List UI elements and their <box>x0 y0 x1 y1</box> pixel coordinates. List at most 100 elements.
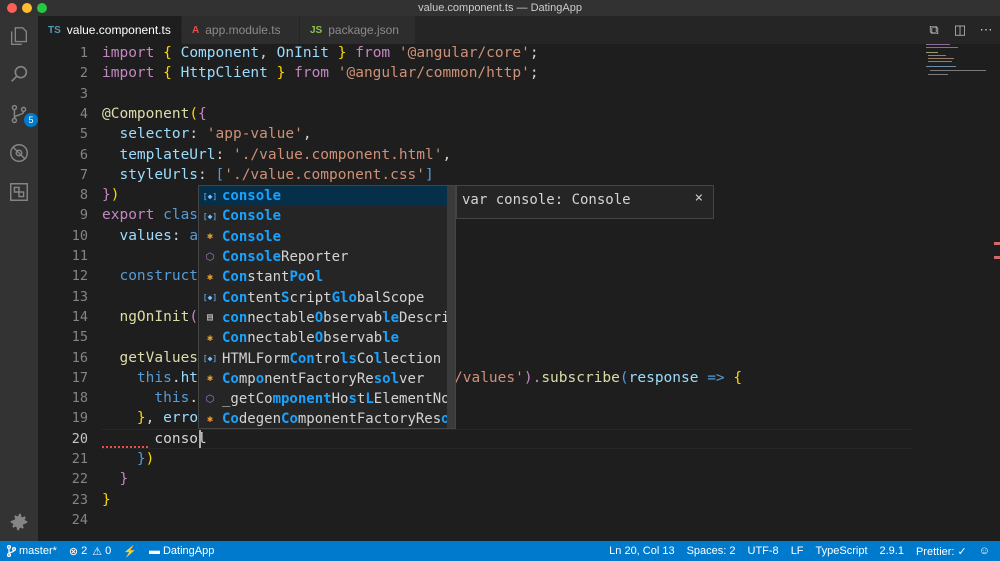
feedback-icon[interactable]: ☺ <box>973 541 1000 561</box>
status-bar: master* ⊗ 2 ⚠ 0 ⚡ ▬ DatingApp Ln 20, Col… <box>0 541 1000 561</box>
class-icon: ✱ <box>206 413 214 425</box>
folder-status[interactable]: ▬ DatingApp <box>143 541 220 561</box>
suggestion-item[interactable]: ✱ ComponentFactoryResolver <box>199 369 455 389</box>
open-changes-icon[interactable]: ⧉ <box>926 22 942 38</box>
gear-icon[interactable] <box>7 510 31 534</box>
class-icon: ✱ <box>206 271 214 283</box>
variable-icon: [◆] <box>202 211 218 221</box>
suggestion-label: ConsoleReporter <box>222 249 349 266</box>
suggestion-label: ConnectableObservable <box>222 330 400 347</box>
angular-file-icon: A <box>192 24 200 36</box>
suggestion-item[interactable]: [◆] console <box>199 186 455 207</box>
warning-icon: ⚠ <box>92 545 103 558</box>
line-number: 9 <box>79 207 88 224</box>
line-number: 1 <box>79 45 88 61</box>
suggestion-label: ComponentFactoryResolver <box>222 370 425 387</box>
cursor-position[interactable]: Ln 20, Col 13 <box>603 541 680 561</box>
line-number: 17 <box>71 369 88 386</box>
extensions-icon[interactable] <box>7 180 31 204</box>
suggestion-label: _getComponentHostLElementNode <box>222 391 455 408</box>
folder-icon: ▬ <box>148 545 160 557</box>
line-number: 10 <box>71 227 88 244</box>
suggestion-label: connectableObservableDescript <box>222 309 455 326</box>
suggestion-item[interactable]: ✱ ConstantPool <box>199 267 455 287</box>
line-number: 24 <box>71 511 88 528</box>
suggestion-item[interactable]: [◆] ContentScriptGlobalScope <box>199 288 455 308</box>
suggestion-item[interactable]: ⬡ ConsoleReporter <box>199 247 455 267</box>
search-icon[interactable] <box>7 62 31 86</box>
tab-value-component[interactable]: TS value.component.ts × <box>38 16 188 44</box>
title-bar: value.component.ts — DatingApp <box>0 0 1000 16</box>
suggest-details: var console: Console × <box>456 185 714 219</box>
suggestion-item[interactable]: ▤ connectableObservableDescript <box>199 308 455 328</box>
prettier-status[interactable]: Prettier: ✓ <box>910 541 973 561</box>
code-line-21: }) <box>102 451 155 467</box>
suggest-scrollbar[interactable] <box>447 186 455 428</box>
nodejs-file-icon: JS <box>310 24 323 36</box>
window-title: value.component.ts — DatingApp <box>418 2 582 14</box>
code-line-19: }, error <box>102 410 207 427</box>
suggestion-item[interactable]: ✱ ConnectableObservable <box>199 328 455 348</box>
end-of-line[interactable]: LF <box>785 541 810 561</box>
line-number: 16 <box>71 349 88 366</box>
live-share-icon[interactable]: ⚡ <box>117 541 143 561</box>
tab-package-json[interactable]: JS package.json <box>300 16 416 44</box>
code-line-23: } <box>102 491 111 508</box>
code-editor[interactable]: 1 2 3 4 5 6 7 8 9 10 11 12 13 14 15 16 1… <box>38 44 1000 541</box>
explorer-icon[interactable] <box>7 24 31 48</box>
variable-icon: [◆] <box>202 293 218 303</box>
line-number-current: 20 <box>71 430 88 447</box>
suggest-detail-text: var console: Console <box>462 192 631 208</box>
class-icon: ✱ <box>206 231 214 243</box>
activity-bar: 5 <box>0 16 38 541</box>
suggestion-item[interactable]: ✱ CodegenComponentFactoryResolv <box>199 409 455 429</box>
close-icon[interactable]: × <box>695 190 703 206</box>
maximize-window-button[interactable] <box>37 3 47 13</box>
tab-app-module[interactable]: A app.module.ts <box>182 16 300 44</box>
warning-count: 0 <box>105 545 112 557</box>
suggestion-item[interactable]: ⬡ _getComponentHostLElementNode <box>199 389 455 409</box>
debug-icon[interactable] <box>7 141 31 165</box>
minimap[interactable] <box>926 44 986 104</box>
editor-actions: ⧉ ◫ ⋯ <box>926 16 994 44</box>
minimize-window-button[interactable] <box>22 3 32 13</box>
git-branch-status[interactable]: master* <box>0 541 63 561</box>
code-line-6: templateUrl: './value.component.html', <box>102 146 452 163</box>
code-line-17: this.htt <box>102 369 207 386</box>
problems-status[interactable]: ⊗ 2 ⚠ 0 <box>63 541 117 561</box>
git-branch-icon <box>6 545 16 557</box>
line-number: 7 <box>79 166 88 183</box>
suggestion-item[interactable]: [◆] HTMLFormControlsCollection <box>199 348 455 368</box>
suggestion-label: CodegenComponentFactoryResolv <box>222 411 455 428</box>
indentation[interactable]: Spaces: 2 <box>681 541 742 561</box>
more-actions-icon[interactable]: ⋯ <box>978 22 994 38</box>
scrollbar-error-marker <box>994 242 1000 245</box>
code-line-18: this.v <box>102 390 206 407</box>
tab-label: value.component.ts <box>66 23 171 37</box>
line-number: 22 <box>71 471 88 488</box>
line-number: 5 <box>79 126 88 143</box>
code-line-5: selector: 'app-value', <box>102 126 312 143</box>
split-editor-icon[interactable]: ◫ <box>952 22 968 38</box>
line-number: 18 <box>71 390 88 407</box>
typescript-version[interactable]: 2.9.1 <box>874 541 910 561</box>
source-control-icon[interactable]: 5 <box>7 102 38 127</box>
module-icon: ⬡ <box>205 251 215 263</box>
code-line-22: } <box>102 471 129 488</box>
error-squiggle <box>102 445 148 448</box>
vertical-scrollbar[interactable] <box>986 44 1000 541</box>
language-mode[interactable]: TypeScript <box>810 541 874 561</box>
suggestion-item[interactable]: ✱ Console <box>199 227 455 247</box>
line-number: 2 <box>79 65 88 82</box>
close-window-button[interactable] <box>7 3 17 13</box>
suggestion-item[interactable]: [◆] Console <box>199 206 455 226</box>
class-icon: ✱ <box>206 332 214 344</box>
line-number: 23 <box>71 491 88 508</box>
text-cursor <box>199 429 201 448</box>
folder-label: DatingApp <box>162 545 215 557</box>
encoding[interactable]: UTF-8 <box>742 541 785 561</box>
line-number: 11 <box>71 248 88 264</box>
line-number: 4 <box>79 105 88 122</box>
line-number-gutter: 1 2 3 4 5 6 7 8 9 10 11 12 13 14 15 16 1… <box>38 44 88 541</box>
line-number: 3 <box>79 85 88 102</box>
